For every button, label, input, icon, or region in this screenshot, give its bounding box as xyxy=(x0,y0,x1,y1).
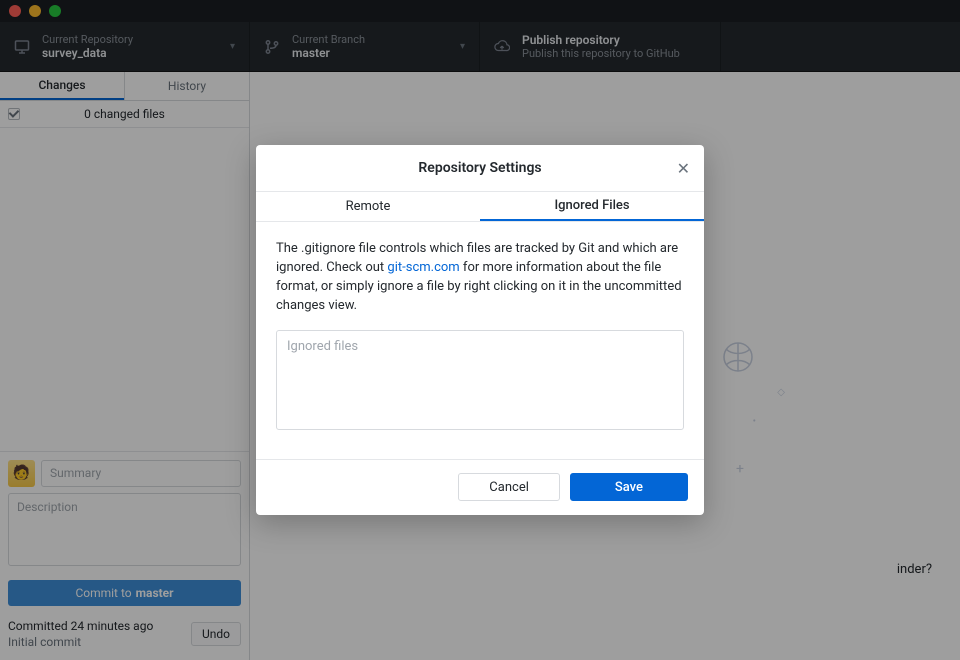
modal-overlay[interactable]: Repository Settings ✕ Remote Ignored Fil… xyxy=(0,0,960,660)
save-button[interactable]: Save xyxy=(570,473,688,501)
modal-title: Repository Settings xyxy=(418,160,541,176)
tab-remote[interactable]: Remote xyxy=(256,192,480,221)
git-scm-link[interactable]: git-scm.com xyxy=(387,260,459,275)
close-icon[interactable]: ✕ xyxy=(677,159,690,178)
tab-ignored-files[interactable]: Ignored Files xyxy=(480,192,704,221)
modal-header: Repository Settings ✕ xyxy=(256,145,704,192)
ignored-files-textarea[interactable] xyxy=(276,330,684,430)
modal-body: The .gitignore file controls which files… xyxy=(256,222,704,458)
modal-footer: Cancel Save xyxy=(256,459,704,515)
cancel-button[interactable]: Cancel xyxy=(458,473,560,501)
modal-tabs: Remote Ignored Files xyxy=(256,192,704,222)
repository-settings-modal: Repository Settings ✕ Remote Ignored Fil… xyxy=(256,145,704,514)
